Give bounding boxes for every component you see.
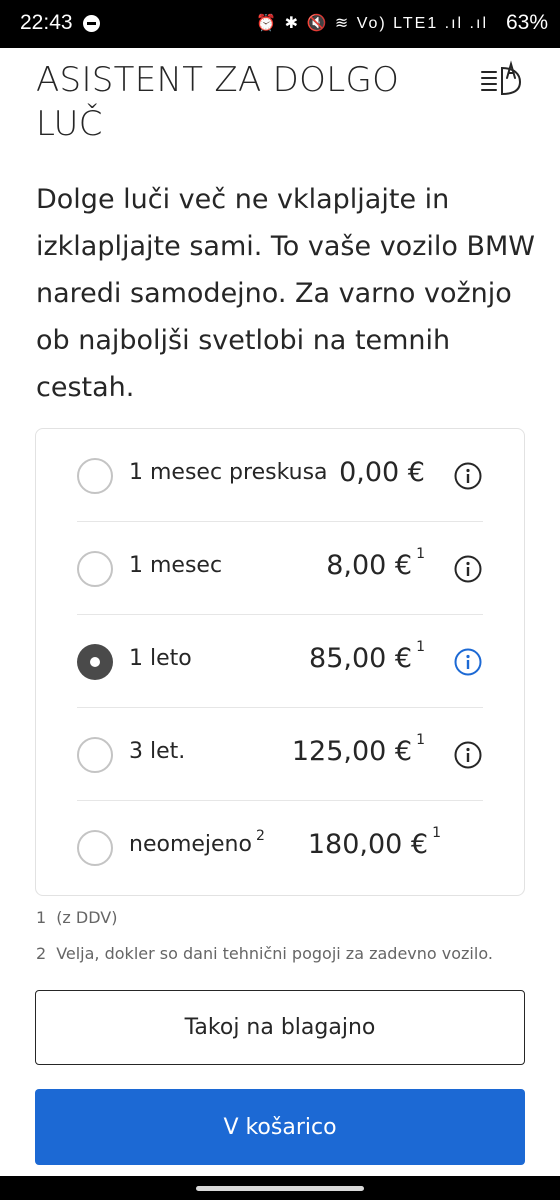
footnote-number: 2 [36,944,47,963]
navigation-bar [0,1176,560,1200]
price-footnote-marker: 1 [416,639,425,655]
price-footnote-marker: 1 [416,732,425,748]
option-label: 1 leto [129,646,192,671]
subscription-options-card: 1 mesec preskusa 0,00 €1 mesec 8,00 €1 1 le… [35,428,525,896]
status-bar: 22:43 ⏰ ✱ 🔇 ≋ Vo) LTE1 .ıl .ıl 63% [0,0,560,48]
option-price-value: 0,00 € [339,457,425,488]
option-row[interactable]: 3 let. 125,00 €1 [77,708,483,801]
option-price-value: 180,00 € [307,829,429,860]
option-label: 3 let. [129,739,185,764]
option-radio[interactable] [77,644,113,680]
intro-text: Dolge luči več ne vklapljajte in izklapl… [36,184,535,403]
option-row[interactable]: 1 mesec preskusa 0,00 € [77,429,483,522]
label-footnote-marker: 2 [255,828,265,844]
page-title: ASISTENT ZA DOLGO LUČ [36,60,400,144]
option-price: 0,00 € [339,457,425,488]
info-icon[interactable] [453,647,483,677]
home-gesture-handle[interactable] [196,1186,364,1191]
option-radio[interactable] [77,737,113,773]
footnote-text: Velja, dokler so dani tehnični pogoji za… [56,944,493,963]
do-not-disturb-icon [83,15,100,32]
option-price: 85,00 €1 [309,639,425,674]
option-row[interactable]: neomejeno 2 180,00 €1 [77,801,483,894]
option-label-text: neomejeno [129,832,252,857]
option-label-text: 1 mesec [129,553,223,578]
add-to-cart-button[interactable]: V košarico [35,1089,525,1165]
info-icon[interactable] [453,740,483,770]
footnote-text: (z DDV) [56,908,118,927]
option-price-value: 8,00 € [326,550,413,581]
price-footnote-marker: 1 [416,546,425,562]
option-price: 125,00 €1 [291,732,425,767]
option-radio[interactable] [77,458,113,494]
option-price: 8,00 €1 [326,546,425,581]
option-radio[interactable] [77,830,113,866]
checkout-button[interactable]: Takoj na blagajno [35,990,525,1065]
option-row[interactable]: 1 leto 85,00 €1 [77,615,483,708]
option-label-text: 3 let. [129,739,186,764]
option-label: 1 mesec [129,553,222,578]
option-label-text: 1 mesec preskusa [129,460,328,485]
battery-level: 63% [505,11,548,34]
option-label: 1 mesec preskusa [129,460,328,485]
status-indicators: ⏰ ✱ 🔇 ≋ Vo) LTE1 .ıl .ıl [256,15,488,32]
status-time: 22:43 [20,11,73,34]
price-footnote-marker: 1 [432,825,441,841]
high-beam-assistant-icon [481,60,522,96]
option-label-text: 1 leto [129,646,192,671]
footnote: 2 Velja, dokler so dani tehnični pogoji z… [36,944,493,963]
info-icon[interactable] [453,554,483,584]
option-price-value: 125,00 € [291,736,413,767]
info-icon[interactable] [453,461,483,491]
option-label: neomejeno 2 [129,828,265,857]
footnote: 1 (z DDV) [36,908,117,927]
footnote-number: 1 [36,908,47,927]
option-radio[interactable] [77,551,113,587]
option-price-value: 85,00 € [309,643,413,674]
option-row[interactable]: 1 mesec 8,00 €1 [77,522,483,615]
option-price: 180,00 €1 [307,825,441,860]
